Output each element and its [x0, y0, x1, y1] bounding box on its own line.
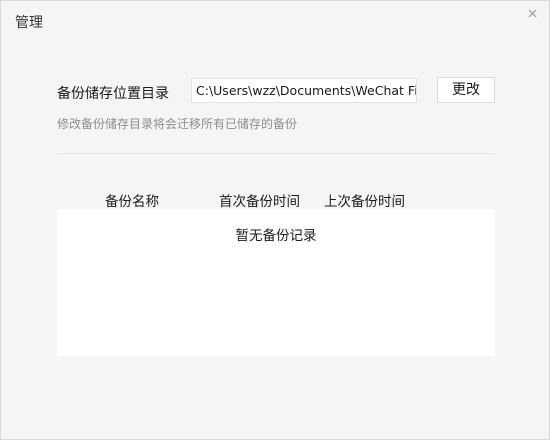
column-header-last-backup-time: 上次备份时间 — [324, 194, 405, 210]
empty-list-message: 暂无备份记录 — [235, 228, 317, 244]
column-header-backup-name: 备份名称 — [105, 194, 159, 210]
window-title: 管理 — [15, 15, 43, 31]
backup-list[interactable]: 暂无备份记录 — [57, 209, 495, 356]
backup-manage-window: 管理 备份储存位置目录 更改 修改备份储存目录将会迁移所有已储存的备份 备份名称… — [0, 0, 550, 440]
storage-path-label: 备份储存位置目录 — [57, 86, 169, 102]
close-button[interactable] — [525, 6, 541, 22]
column-header-first-backup-time: 首次备份时间 — [219, 194, 300, 210]
storage-path-field[interactable] — [191, 78, 417, 103]
change-path-button[interactable]: 更改 — [437, 77, 495, 103]
divider — [57, 153, 495, 154]
storage-hint-text: 修改备份储存目录将会迁移所有已储存的备份 — [57, 117, 298, 131]
close-icon — [525, 6, 541, 22]
